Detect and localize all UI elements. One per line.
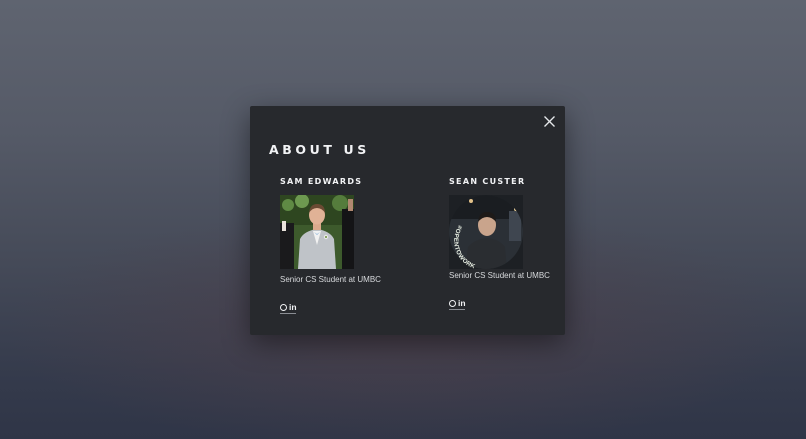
team-member-card: SAM EDWARDS Senior CS Student at UMBC in bbox=[280, 177, 410, 314]
github-icon[interactable] bbox=[280, 303, 287, 311]
profile-photo bbox=[280, 195, 354, 269]
github-icon[interactable] bbox=[449, 299, 456, 307]
member-role: Senior CS Student at UMBC bbox=[280, 275, 381, 284]
member-role: Senior CS Student at UMBC bbox=[449, 271, 550, 280]
social-links-underline bbox=[449, 309, 465, 310]
linkedin-icon[interactable]: in bbox=[458, 299, 466, 308]
team-member-card: SEAN CUSTER #OPENTOWORK Senior CS Studen… bbox=[449, 177, 579, 310]
member-name: SAM EDWARDS bbox=[280, 177, 363, 186]
social-links-underline bbox=[280, 313, 296, 314]
close-icon[interactable] bbox=[543, 115, 556, 128]
modal-title: ABOUT US bbox=[269, 142, 370, 157]
social-links: in bbox=[449, 299, 466, 308]
profile-photo-opentowork: #OPENTOWORK bbox=[449, 195, 523, 269]
social-links: in bbox=[280, 303, 297, 312]
member-name: SEAN CUSTER bbox=[449, 177, 526, 186]
about-us-modal: ABOUT US SAM EDWARDS Senior CS Student a… bbox=[250, 106, 565, 335]
linkedin-icon[interactable]: in bbox=[289, 303, 297, 312]
